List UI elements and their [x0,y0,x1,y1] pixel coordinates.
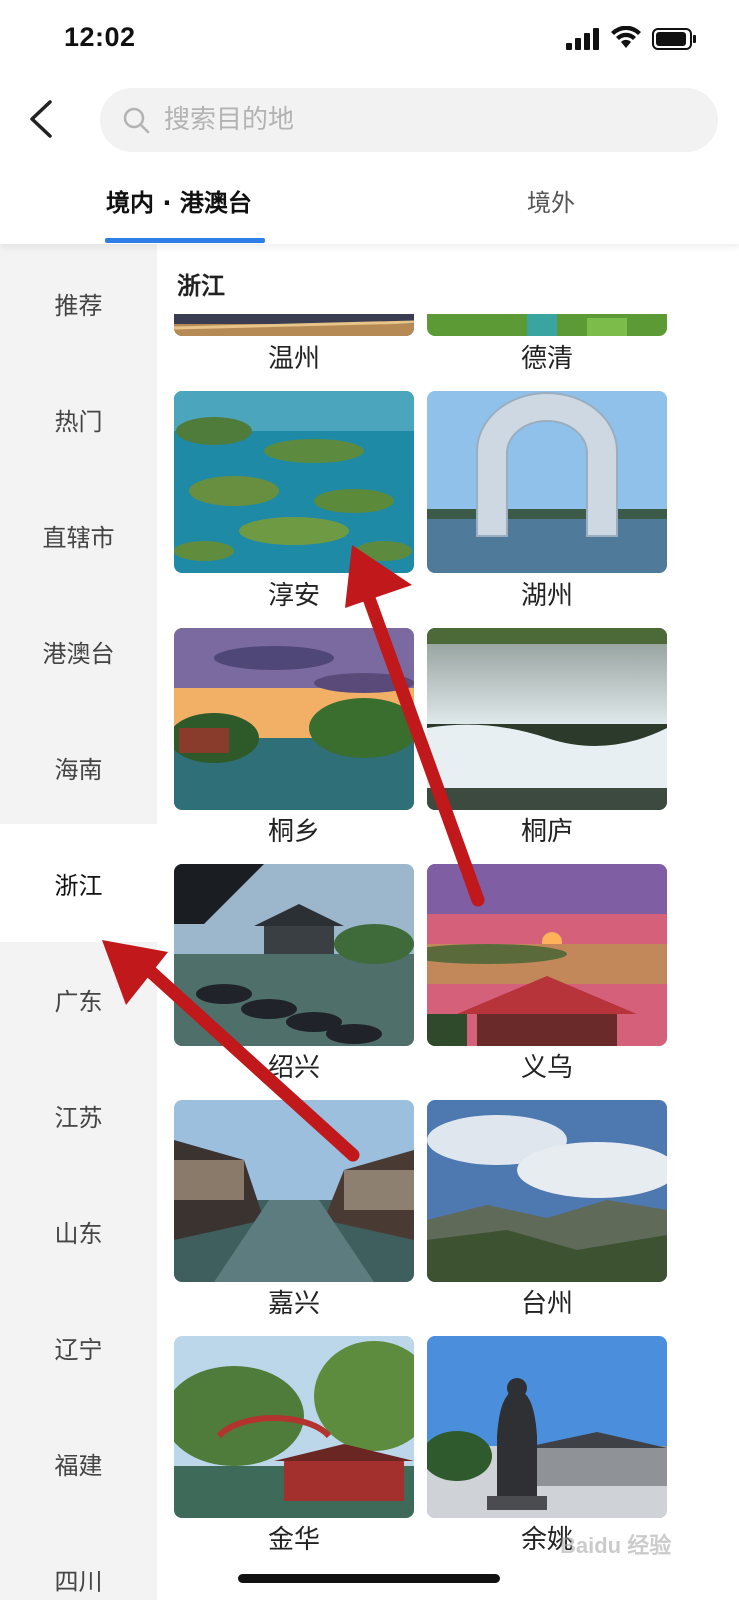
search-placeholder: 搜索目的地 [164,105,295,135]
city-image-tonglu[interactable] [427,628,667,810]
baidu-watermark: Baidu 经验 [560,1533,672,1558]
city-label-yiwu[interactable]: 义乌 [427,1047,667,1084]
city-label-jinhua[interactable]: 金华 [174,1519,414,1556]
sidebar-item-fujian[interactable]: 福建 [0,1404,157,1522]
city-image-yuyao[interactable] [427,1336,667,1518]
wifi-icon [611,26,641,48]
sidebar-item-hainan[interactable]: 海南 [0,708,157,826]
sidebar-item-shandong[interactable]: 山东 [0,1172,157,1290]
cellular-signal-icon [566,28,599,50]
city-label-taizhou[interactable]: 台州 [427,1283,667,1320]
sidebar-item-sichuan[interactable]: 四川 [0,1520,157,1600]
city-label-tongxiang[interactable]: 桐乡 [174,811,414,848]
city-label-huzhou[interactable]: 湖州 [427,575,667,612]
search-bar[interactable]: 搜索目的地 [100,88,718,152]
tab-overseas[interactable]: 境外 [527,186,575,220]
city-image-yiwu[interactable] [427,864,667,1046]
city-image-tongxiang[interactable] [174,628,414,810]
sidebar-item-hot[interactable]: 热门 [0,360,157,478]
status-bar: 12:02 [0,0,739,80]
city-image-wenzhou[interactable] [174,314,414,336]
section-title: 浙江 [177,272,225,300]
region-tabs: 境内 · 港澳台 境外 [0,168,739,244]
search-icon [123,107,150,134]
sidebar-item-hk-macau-taiwan[interactable]: 港澳台 [0,592,157,710]
province-sidebar: 推荐 热门 直辖市 港澳台 海南 浙江 广东 江苏 山东 辽宁 福建 四川 [0,244,157,1600]
city-image-jinhua[interactable] [174,1336,414,1518]
battery-icon [652,28,696,50]
sidebar-item-liaoning[interactable]: 辽宁 [0,1288,157,1406]
city-grid-panel: 浙江 温州 德清 淳安 湖州 桐乡 桐庐 绍兴 义乌 嘉兴 台州 金华 余姚 [157,244,739,1600]
city-image-huzhou[interactable] [427,391,667,573]
sidebar-item-jiangsu[interactable]: 江苏 [0,1056,157,1174]
sidebar-item-municipality[interactable]: 直辖市 [0,476,157,594]
back-arrow-icon[interactable] [22,96,62,142]
city-label-jiaxing[interactable]: 嘉兴 [174,1283,414,1320]
city-image-shaoxing[interactable] [174,864,414,1046]
city-image-chunan[interactable] [174,391,414,573]
city-label-wenzhou[interactable]: 温州 [174,338,414,375]
city-label-tonglu[interactable]: 桐庐 [427,811,667,848]
city-image-deqing[interactable] [427,314,667,336]
status-time: 12:02 [64,22,136,52]
city-label-chunan[interactable]: 淳安 [174,575,414,612]
city-label-deqing[interactable]: 德清 [427,338,667,375]
active-tab-indicator [105,238,265,243]
city-label-shaoxing[interactable]: 绍兴 [174,1047,414,1084]
city-image-taizhou[interactable] [427,1100,667,1282]
city-image-jiaxing[interactable] [174,1100,414,1282]
sidebar-item-recommend[interactable]: 推荐 [0,244,157,362]
home-indicator[interactable] [238,1574,500,1583]
sidebar-item-zhejiang[interactable]: 浙江 [0,824,157,942]
sidebar-item-guangdong[interactable]: 广东 [0,940,157,1058]
tab-domestic[interactable]: 境内 · 港澳台 [106,186,252,220]
